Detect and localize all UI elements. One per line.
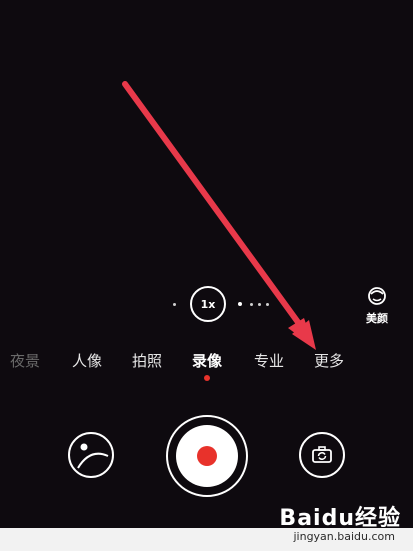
zoom-tick[interactable]	[258, 303, 261, 306]
mode-night[interactable]: 夜景	[10, 350, 40, 371]
baidu-watermark: Baidu经验 jingyan.baidu.com	[261, 496, 401, 546]
beauty-face-icon	[368, 287, 386, 305]
watermark-url: jingyan.baidu.com	[293, 530, 395, 543]
zoom-tick[interactable]	[250, 303, 253, 306]
mode-more[interactable]: 更多	[314, 350, 344, 371]
beauty-button[interactable]: 美颜	[360, 286, 394, 326]
switch-camera-icon	[312, 446, 332, 463]
zoom-1x-button[interactable]: 1x	[190, 286, 226, 322]
active-mode-indicator	[204, 375, 210, 381]
switch-camera-button[interactable]	[299, 432, 345, 478]
shutter-inner-disc	[176, 425, 238, 487]
mode-pro[interactable]: 专业	[254, 350, 284, 371]
mode-switcher: 夜景 人像 拍照 录像 专业 更多	[0, 350, 413, 372]
camera-screen: 1x 美颜 夜景 人像 拍照 录像 专业 更多 Baidu经验 jingyan.…	[0, 0, 413, 551]
mode-photo[interactable]: 拍照	[132, 350, 162, 371]
zoom-selector[interactable]: 1x	[0, 286, 413, 322]
beauty-label: 美颜	[366, 312, 388, 325]
zoom-tick[interactable]	[238, 302, 242, 306]
record-shutter-icon	[197, 446, 217, 466]
mode-portrait[interactable]: 人像	[72, 350, 102, 371]
zoom-label: 1x	[200, 297, 216, 311]
record-shutter-button[interactable]	[166, 415, 248, 497]
zoom-tick[interactable]	[266, 303, 269, 306]
zoom-tick[interactable]	[173, 303, 176, 306]
gallery-button[interactable]	[68, 432, 114, 478]
gallery-thumbnail-icon	[77, 443, 109, 469]
watermark-brand: Baidu经验	[279, 506, 401, 531]
mode-video[interactable]: 录像	[192, 350, 222, 371]
